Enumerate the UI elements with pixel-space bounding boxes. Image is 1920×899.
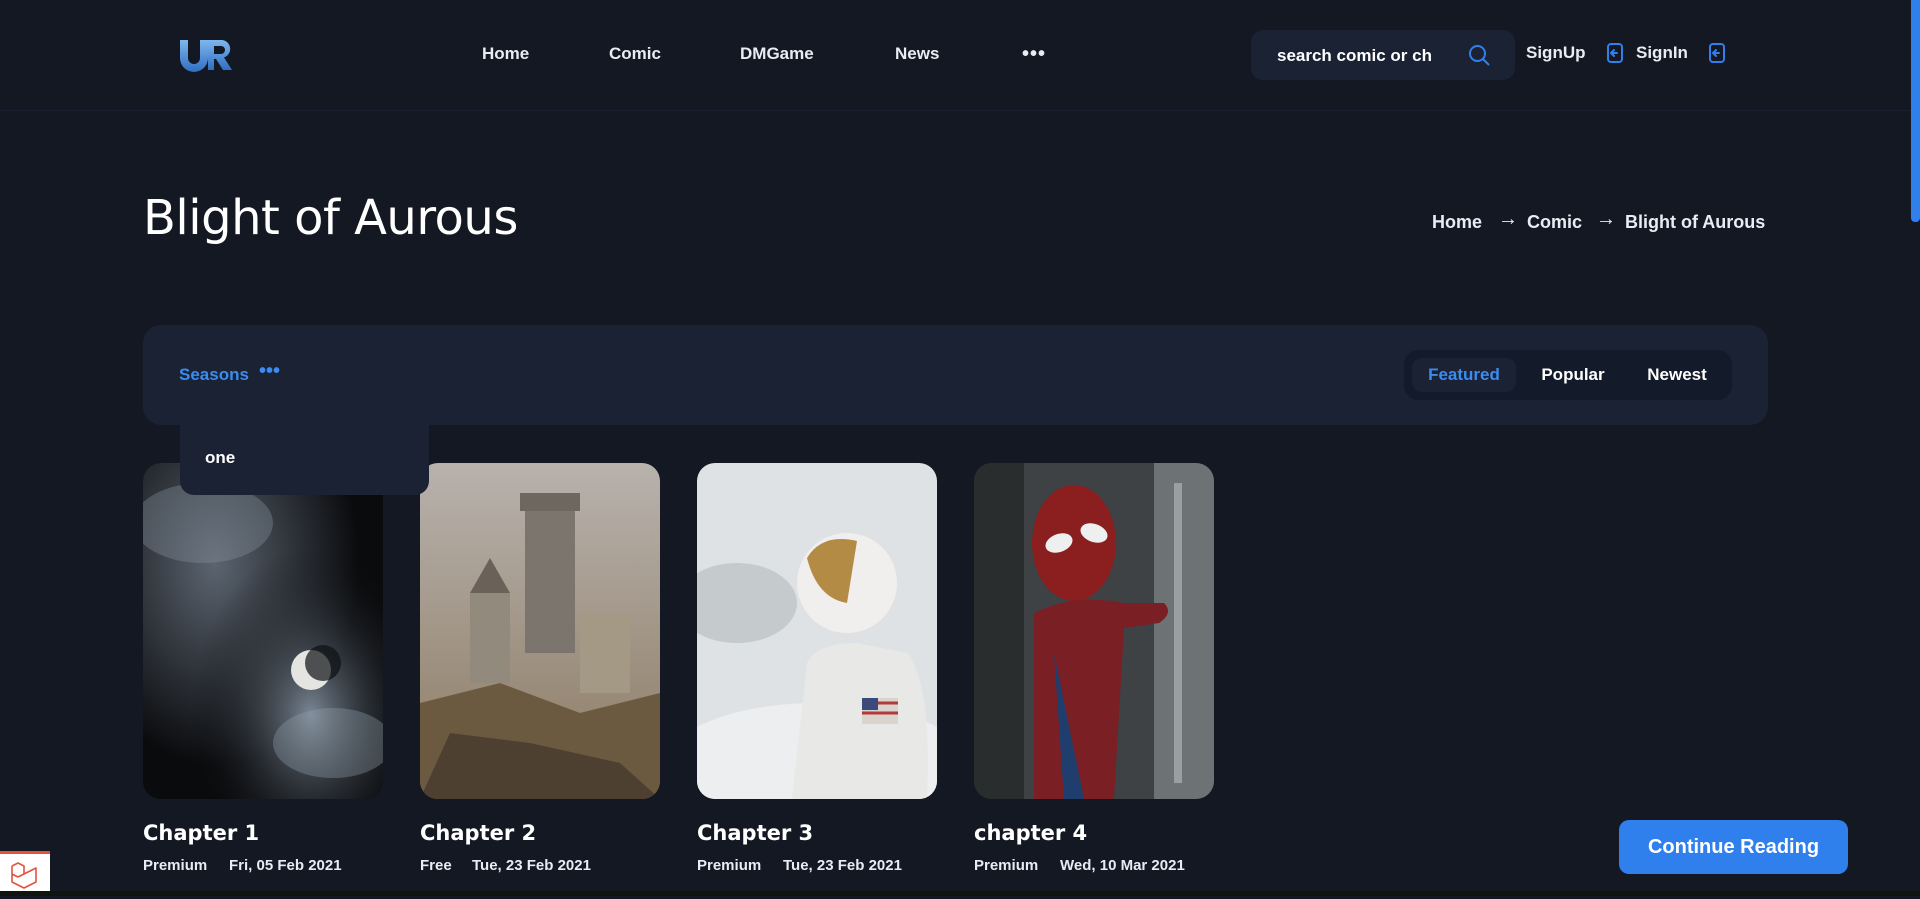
scrollbar-thumb[interactable] xyxy=(1911,0,1920,222)
tab-featured[interactable]: Featured xyxy=(1412,358,1516,392)
chapter-date: Wed, 10 Mar 2021 xyxy=(1060,857,1185,874)
chapter-access-badge: Premium xyxy=(974,857,1039,874)
chapter-access-badge: Premium xyxy=(143,857,208,874)
continue-reading-button[interactable]: Continue Reading xyxy=(1619,820,1848,874)
nav-comic[interactable]: Comic xyxy=(609,44,661,64)
sign-in-icon[interactable] xyxy=(1707,42,1727,64)
moon-clouds-image[interactable] xyxy=(143,463,383,799)
chapter-card[interactable]: Chapter 2 Free Tue, 23 Feb 2021 xyxy=(420,463,660,874)
sort-tabs: Featured Popular Newest xyxy=(1404,350,1732,400)
breadcrumb-current: Blight of Aurous xyxy=(1625,212,1766,232)
top-navbar: Home Comic DMGame News ••• SignUp SignIn xyxy=(0,0,1920,111)
chapter-card[interactable]: chapter 4 Premium Wed, 10 Mar 2021 xyxy=(974,463,1214,874)
site-logo[interactable] xyxy=(178,36,238,74)
filter-bar: Seasons ••• Featured Popular Newest xyxy=(143,325,1768,425)
chapter-access-badge: Premium xyxy=(697,857,762,874)
chapter-date: Tue, 23 Feb 2021 xyxy=(783,857,902,874)
chapter-card[interactable]: Chapter 3 Premium Tue, 23 Feb 2021 xyxy=(697,463,937,874)
chapter-title[interactable]: Chapter 1 xyxy=(143,821,259,845)
sign-in-icon[interactable] xyxy=(1605,42,1625,64)
spider-hero-image[interactable] xyxy=(974,463,1214,799)
tab-newest[interactable]: Newest xyxy=(1630,358,1724,392)
breadcrumb-arrow-icon: → xyxy=(1498,208,1518,230)
nav-dmgame[interactable]: DMGame xyxy=(740,44,814,64)
nav-more-ellipsis-icon[interactable]: ••• xyxy=(1022,44,1046,64)
tab-popular[interactable]: Popular xyxy=(1526,358,1620,392)
search-icon[interactable] xyxy=(1467,43,1491,67)
astronaut-image[interactable] xyxy=(697,463,937,799)
search-input[interactable] xyxy=(1275,44,1455,68)
breadcrumb-arrow-icon: → xyxy=(1596,208,1616,230)
bottom-edge xyxy=(0,891,1920,896)
chapter-card[interactable]: Chapter 1 Premium Fri, 05 Feb 2021 xyxy=(143,463,383,874)
chapter-date: Fri, 05 Feb 2021 xyxy=(229,857,342,874)
laravel-icon[interactable] xyxy=(0,851,50,894)
signup-link[interactable]: SignUp xyxy=(1526,43,1586,63)
chapter-title[interactable]: chapter 4 xyxy=(974,821,1087,845)
chapter-title[interactable]: Chapter 3 xyxy=(697,821,813,845)
scrollbar[interactable] xyxy=(1911,0,1920,896)
seasons-dropdown-menu: one xyxy=(180,422,429,495)
nav-home[interactable]: Home xyxy=(482,44,529,64)
seasons-dropdown-toggle[interactable]: Seasons xyxy=(179,365,249,385)
ellipsis-icon[interactable]: ••• xyxy=(259,361,280,381)
castle-painting-image[interactable] xyxy=(420,463,660,799)
season-option-one[interactable]: one xyxy=(205,448,235,468)
signin-link[interactable]: SignIn xyxy=(1636,43,1688,63)
search-box xyxy=(1251,30,1515,80)
breadcrumb-home[interactable]: Home xyxy=(1432,212,1482,233)
page-title: Blight of Aurous xyxy=(143,190,518,246)
chapter-date: Tue, 23 Feb 2021 xyxy=(472,857,591,874)
nav-news[interactable]: News xyxy=(895,44,939,64)
chapter-access-badge: Free xyxy=(420,857,452,874)
chapter-title[interactable]: Chapter 2 xyxy=(420,821,536,845)
laravel-logo-icon xyxy=(11,862,37,889)
breadcrumb-comic[interactable]: Comic xyxy=(1527,212,1582,233)
